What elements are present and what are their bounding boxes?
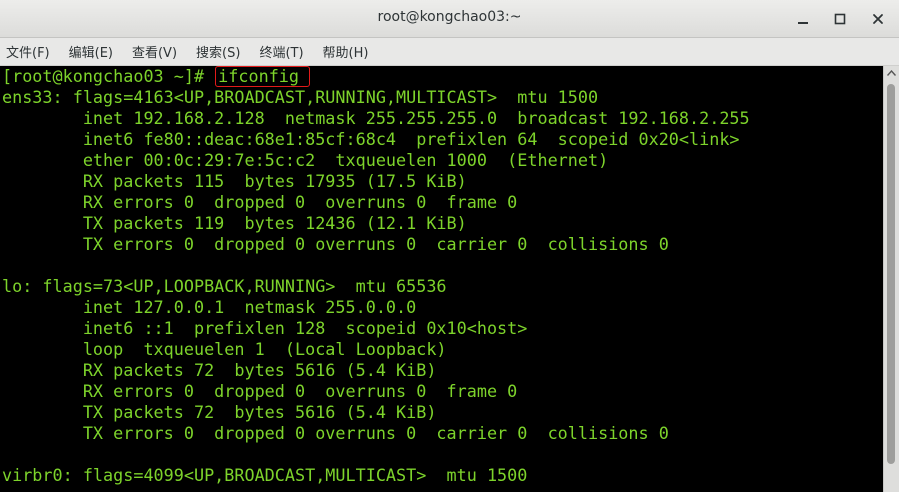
output-line: TX errors 0 dropped 0 overruns 0 carrier… xyxy=(2,234,669,254)
menu-file[interactable]: 文件(F) xyxy=(6,42,50,61)
title-bar[interactable]: root@kongchao03:~ xyxy=(0,0,899,38)
maximize-button[interactable] xyxy=(829,8,851,30)
menu-edit[interactable]: 编辑(E) xyxy=(69,42,113,61)
scroll-up-icon xyxy=(887,70,896,76)
output-line: inet6 ::1 prefixlen 128 scopeid 0x10<hos… xyxy=(2,318,528,338)
terminal-output[interactable]: [root@kongchao03 ~]# ifconfig ens33: flag… xyxy=(0,66,883,492)
output-line: TX packets 72 bytes 5616 (5.4 KiB) xyxy=(2,402,437,422)
output-line: RX packets 115 bytes 17935 (17.5 KiB) xyxy=(2,171,467,191)
menu-view[interactable]: 查看(V) xyxy=(132,42,177,61)
scroll-up-button[interactable] xyxy=(884,66,899,80)
minimize-icon xyxy=(798,22,808,24)
prompt-line: [root@kongchao03 ~]# ifconfig xyxy=(2,66,883,87)
output-line: RX errors 0 dropped 0 overruns 0 frame 0 xyxy=(2,381,518,401)
scrollbar-thumb[interactable] xyxy=(887,84,895,464)
close-icon xyxy=(873,14,883,24)
menu-terminal[interactable]: 终端(T) xyxy=(259,42,303,61)
shell-prompt: [root@kongchao03 ~]# xyxy=(2,66,215,86)
output-line: TX errors 0 dropped 0 overruns 0 carrier… xyxy=(2,423,669,443)
close-button[interactable] xyxy=(867,8,889,30)
menu-bar: 文件(F) 编辑(E) 查看(V) 搜索(S) 终端(T) 帮助(H) xyxy=(0,38,899,66)
output-line: virbr0: flags=4099<UP,BROADCAST,MULTICAS… xyxy=(2,465,528,485)
terminal-window: root@kongchao03:~ 文件(F) 编辑(E) 查看(V) 搜索(S… xyxy=(0,0,899,492)
minimize-button[interactable] xyxy=(792,8,814,30)
output-line: loop txqueuelen 1 (Local Loopback) xyxy=(2,339,447,359)
output-line: inet 192.168.2.128 netmask 255.255.255.0… xyxy=(2,108,750,128)
output-line: RX errors 0 dropped 0 overruns 0 frame 0 xyxy=(2,192,518,212)
output-line: lo: flags=73<UP,LOOPBACK,RUNNING> mtu 65… xyxy=(2,276,447,296)
output-line: RX packets 72 bytes 5616 (5.4 KiB) xyxy=(2,360,437,380)
output-line: ether 00:0c:29:7e:5c:c2 txqueuelen 1000 … xyxy=(2,150,609,170)
menu-search[interactable]: 搜索(S) xyxy=(196,42,240,61)
output-line: ens33: flags=4163<UP,BROADCAST,RUNNING,M… xyxy=(2,87,599,107)
vertical-scrollbar[interactable] xyxy=(883,66,899,492)
output-line: inet6 fe80::deac:68e1:85cf:68c4 prefixle… xyxy=(2,129,740,149)
output-line: inet 127.0.0.1 netmask 255.0.0.0 xyxy=(2,297,417,317)
command-highlight: ifconfig xyxy=(215,66,310,87)
output-line: TX packets 119 bytes 12436 (12.1 KiB) xyxy=(2,213,467,233)
window-title: root@kongchao03:~ xyxy=(377,9,522,25)
maximize-icon xyxy=(834,13,846,25)
menu-help[interactable]: 帮助(H) xyxy=(323,42,369,61)
